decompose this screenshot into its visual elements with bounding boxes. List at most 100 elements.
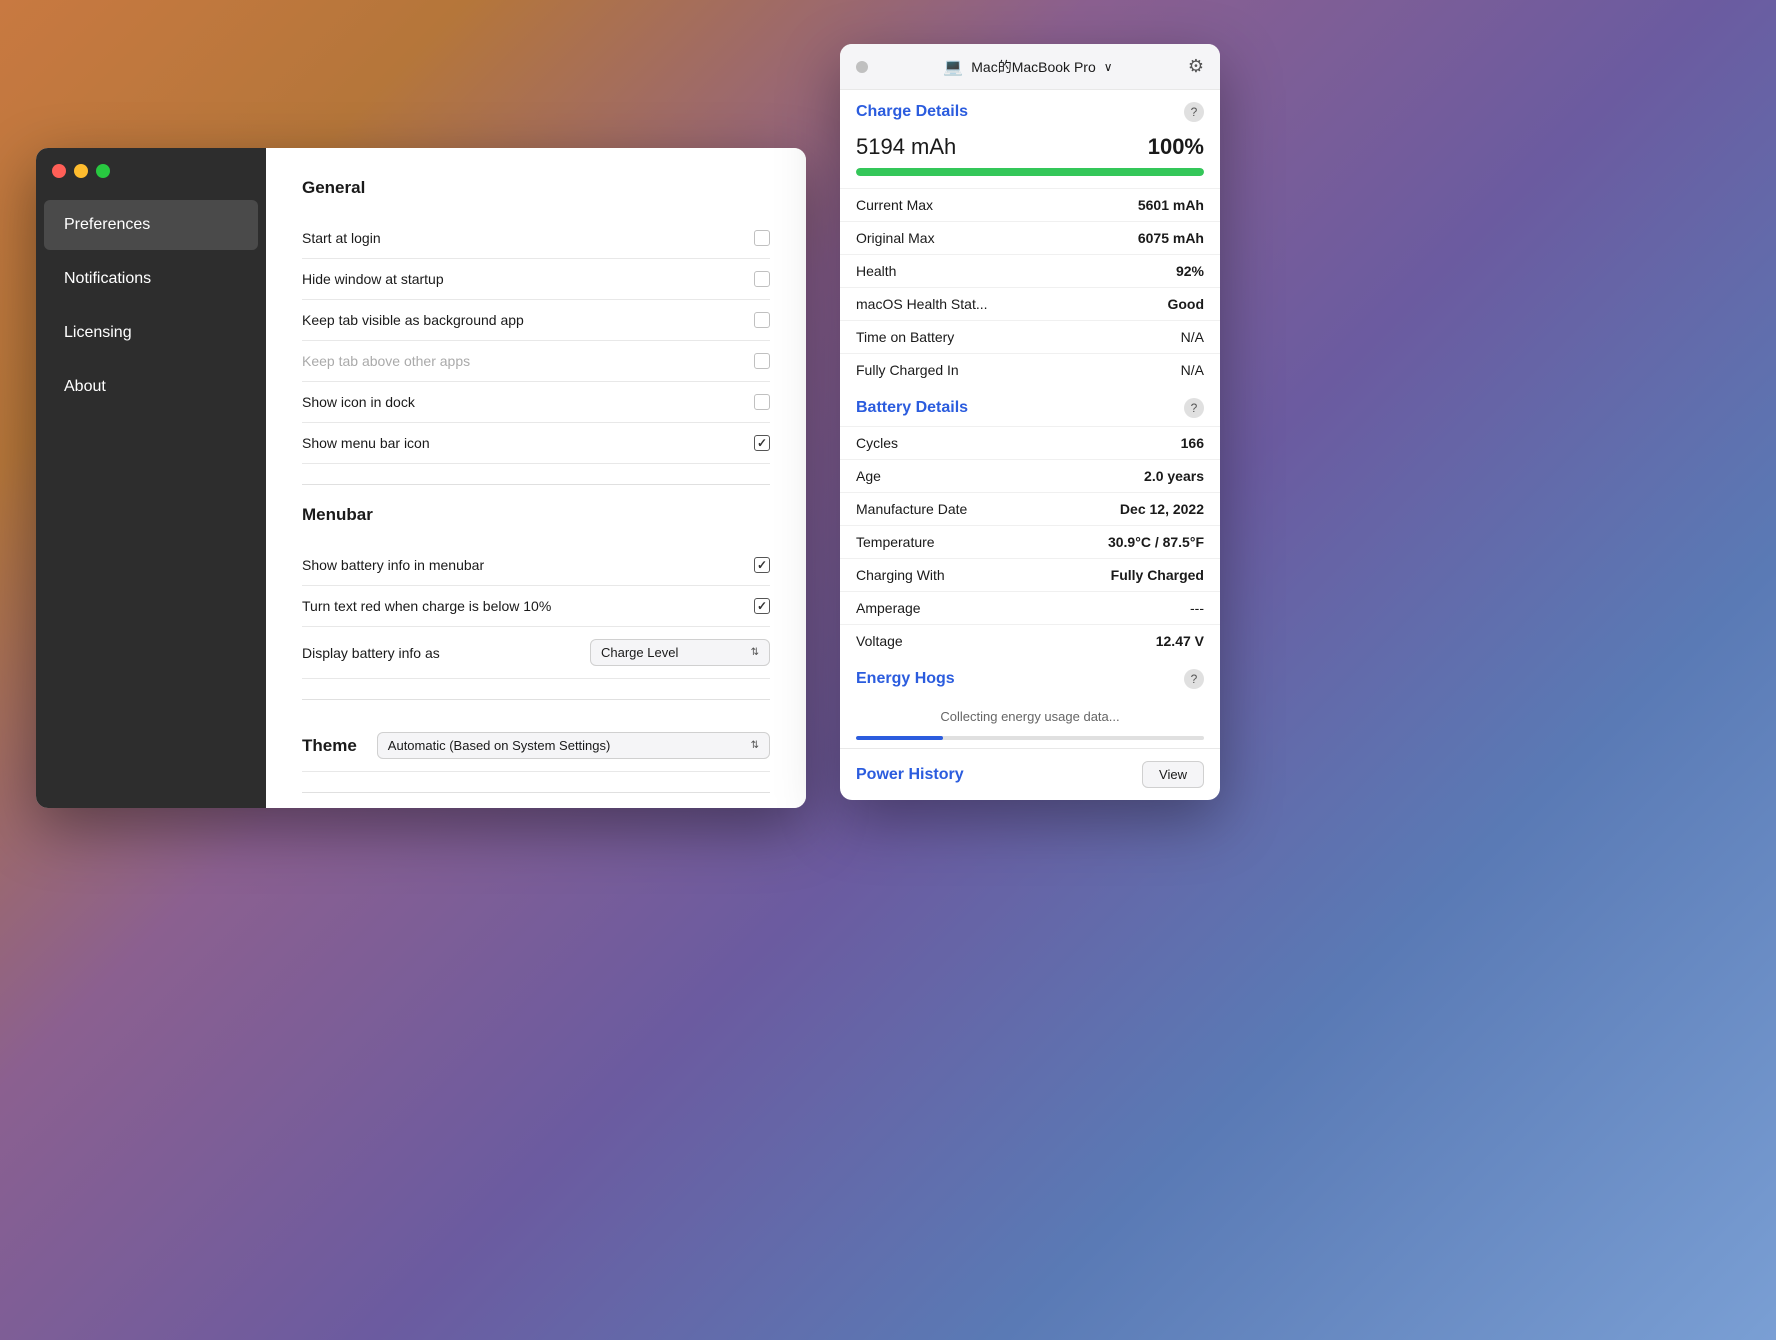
preferences-window: Preferences Notifications Licensing Abou… bbox=[36, 148, 806, 808]
amperage-label: Amperage bbox=[856, 600, 921, 616]
minimize-button[interactable] bbox=[74, 164, 88, 178]
start-login-label: Start at login bbox=[302, 230, 381, 246]
hide-window-checkbox[interactable] bbox=[754, 271, 770, 287]
prefs-content: General Start at login Hide window at st… bbox=[266, 148, 806, 808]
stat-voltage: Voltage 12.47 V bbox=[840, 624, 1220, 657]
battery-panel-header: 💻 Mac的MacBook Pro ∨ ⚙ bbox=[840, 44, 1220, 90]
charge-progress-fill bbox=[856, 168, 1204, 176]
charging-with-label: Charging With bbox=[856, 567, 945, 583]
stat-health: Health 92% bbox=[840, 254, 1220, 287]
original-max-value: 6075 mAh bbox=[1138, 230, 1204, 246]
temperature-label: Temperature bbox=[856, 534, 935, 550]
keep-tab-bg-checkbox[interactable] bbox=[754, 312, 770, 328]
time-on-battery-label: Time on Battery bbox=[856, 329, 954, 345]
show-dock-label: Show icon in dock bbox=[302, 394, 415, 410]
power-history-row: Power History View bbox=[840, 748, 1220, 800]
window-controls bbox=[52, 164, 110, 178]
stat-cycles: Cycles 166 bbox=[840, 426, 1220, 459]
show-battery-info-label: Show battery info in menubar bbox=[302, 557, 484, 573]
energy-progress-fill bbox=[856, 736, 943, 740]
close-button[interactable] bbox=[52, 164, 66, 178]
original-max-label: Original Max bbox=[856, 230, 935, 246]
traffic-light bbox=[856, 61, 868, 73]
sidebar-item-licensing[interactable]: Licensing bbox=[44, 308, 258, 358]
charge-progress-bg bbox=[856, 168, 1204, 176]
battery-details-title: Battery Details bbox=[856, 399, 968, 417]
macos-health-value: Good bbox=[1167, 296, 1204, 312]
stat-macos-health: macOS Health Stat... Good bbox=[840, 287, 1220, 320]
current-max-label: Current Max bbox=[856, 197, 933, 213]
macos-health-label: macOS Health Stat... bbox=[856, 296, 988, 312]
cycles-value: 166 bbox=[1181, 435, 1204, 451]
energy-progress-bg bbox=[856, 736, 1204, 740]
stat-amperage: Amperage --- bbox=[840, 591, 1220, 624]
charge-pct: 100% bbox=[1148, 134, 1204, 160]
laptop-icon: 💻 bbox=[943, 57, 963, 77]
battery-details-help-icon[interactable]: ? bbox=[1184, 398, 1204, 418]
amperage-value: --- bbox=[1190, 600, 1204, 616]
display-as-arrow: ⇅ bbox=[751, 647, 759, 658]
menubar-section-title: Menubar bbox=[302, 505, 770, 525]
show-dock-checkbox[interactable] bbox=[754, 394, 770, 410]
cycles-label: Cycles bbox=[856, 435, 898, 451]
sidebar-item-about[interactable]: About bbox=[44, 362, 258, 412]
temperature-value: 30.9°C / 87.5°F bbox=[1108, 534, 1204, 550]
sidebar: Preferences Notifications Licensing Abou… bbox=[36, 148, 266, 808]
keep-tab-bg-label: Keep tab visible as background app bbox=[302, 312, 524, 328]
energy-collecting-text: Collecting energy usage data... bbox=[840, 697, 1220, 728]
pref-row-keep-tab-bg: Keep tab visible as background app bbox=[302, 300, 770, 341]
section-divider-2 bbox=[302, 699, 770, 700]
maximize-button[interactable] bbox=[96, 164, 110, 178]
sidebar-item-notifications[interactable]: Notifications bbox=[44, 254, 258, 304]
health-label: Health bbox=[856, 263, 896, 279]
charge-details-header: Charge Details ? bbox=[840, 90, 1220, 130]
stat-fully-charged-in: Fully Charged In N/A bbox=[840, 353, 1220, 386]
pref-row-start-login: Start at login bbox=[302, 218, 770, 259]
theme-select[interactable]: Automatic (Based on System Settings) ⇅ bbox=[377, 732, 770, 759]
display-as-label: Display battery info as bbox=[302, 645, 440, 661]
charge-progress-container bbox=[840, 168, 1220, 188]
stat-time-on-battery: Time on Battery N/A bbox=[840, 320, 1220, 353]
theme-row: Theme Automatic (Based on System Setting… bbox=[302, 720, 770, 772]
dropdown-arrow[interactable]: ∨ bbox=[1104, 60, 1113, 74]
turn-text-red-checkbox[interactable] bbox=[754, 598, 770, 614]
sidebar-item-preferences[interactable]: Preferences bbox=[44, 200, 258, 250]
display-as-select[interactable]: Charge Level ⇅ bbox=[590, 639, 770, 666]
voltage-label: Voltage bbox=[856, 633, 903, 649]
manufacture-date-value: Dec 12, 2022 bbox=[1120, 501, 1204, 517]
show-battery-info-checkbox[interactable] bbox=[754, 557, 770, 573]
theme-value: Automatic (Based on System Settings) bbox=[388, 738, 611, 753]
device-name: Mac的MacBook Pro bbox=[971, 57, 1095, 77]
section-divider-3 bbox=[302, 792, 770, 793]
view-button[interactable]: View bbox=[1142, 761, 1204, 788]
keep-tab-above-label: Keep tab above other apps bbox=[302, 353, 470, 369]
general-section-title: General bbox=[302, 178, 770, 198]
manufacture-date-label: Manufacture Date bbox=[856, 501, 967, 517]
pref-row-show-dock: Show icon in dock bbox=[302, 382, 770, 423]
charge-mah: 5194 mAh bbox=[856, 134, 956, 160]
charge-summary: 5194 mAh 100% bbox=[840, 130, 1220, 168]
stat-age: Age 2.0 years bbox=[840, 459, 1220, 492]
health-value: 92% bbox=[1176, 263, 1204, 279]
show-menubar-checkbox[interactable] bbox=[754, 435, 770, 451]
device-info: 💻 Mac的MacBook Pro ∨ bbox=[943, 57, 1112, 77]
voltage-value: 12.47 V bbox=[1156, 633, 1204, 649]
age-value: 2.0 years bbox=[1144, 468, 1204, 484]
keep-tab-above-checkbox[interactable] bbox=[754, 353, 770, 369]
charging-with-value: Fully Charged bbox=[1111, 567, 1204, 583]
charge-details-help-icon[interactable]: ? bbox=[1184, 102, 1204, 122]
energy-hogs-title: Energy Hogs bbox=[856, 670, 955, 688]
theme-label: Theme bbox=[302, 736, 357, 756]
hide-window-label: Hide window at startup bbox=[302, 271, 444, 287]
pref-row-turn-text-red: Turn text red when charge is below 10% bbox=[302, 586, 770, 627]
stat-original-max: Original Max 6075 mAh bbox=[840, 221, 1220, 254]
charge-details-title: Charge Details bbox=[856, 103, 968, 121]
turn-text-red-label: Turn text red when charge is below 10% bbox=[302, 598, 551, 614]
stat-temperature: Temperature 30.9°C / 87.5°F bbox=[840, 525, 1220, 558]
header-left-controls bbox=[856, 61, 868, 73]
start-login-checkbox[interactable] bbox=[754, 230, 770, 246]
pref-row-keep-tab-above: Keep tab above other apps bbox=[302, 341, 770, 382]
energy-hogs-help-icon[interactable]: ? bbox=[1184, 669, 1204, 689]
gear-icon[interactable]: ⚙ bbox=[1188, 56, 1204, 77]
stat-current-max: Current Max 5601 mAh bbox=[840, 188, 1220, 221]
